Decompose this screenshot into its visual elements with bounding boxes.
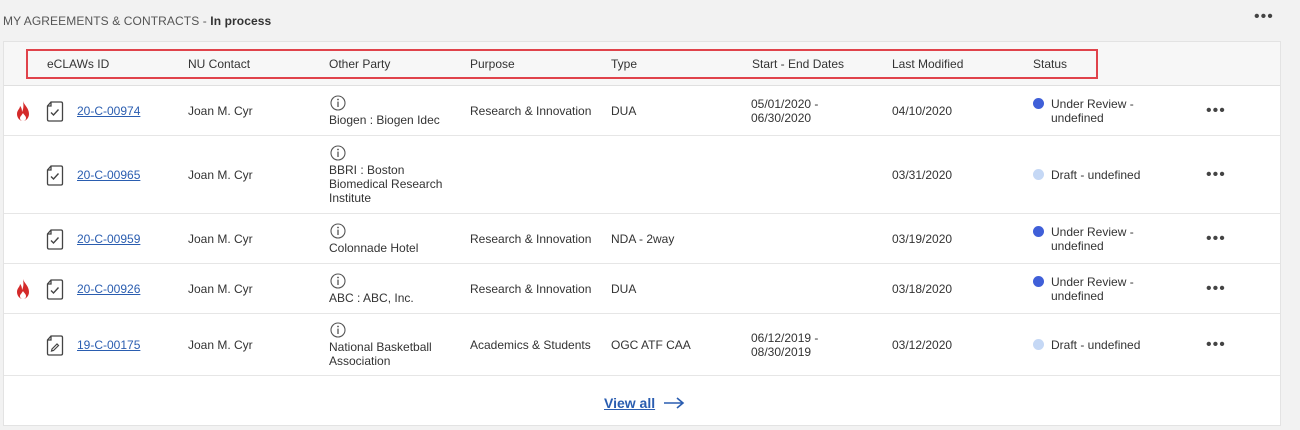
status-badge: Draft - undefined	[1033, 338, 1161, 352]
last-modified: 03/31/2020	[892, 167, 953, 182]
status-dot	[1033, 275, 1044, 287]
table-row: 20-C-00965 Joan M. Cyr BBRI : Boston Biome…	[4, 136, 1280, 214]
document-check-icon	[45, 278, 65, 300]
status-badge: Under Review - undefined	[1033, 225, 1161, 253]
section-title: MY AGREEMENTS & CONTRACTS - In process	[3, 14, 271, 28]
other-party-cell: ABC : ABC, Inc.	[329, 272, 459, 305]
other-party-cell: Colonnade Hotel	[329, 222, 459, 255]
purpose: Research & Innovation	[470, 103, 592, 118]
status-badge: Under Review - undefined	[1033, 275, 1161, 303]
last-modified: 04/10/2020	[892, 103, 953, 118]
status-dot	[1033, 225, 1044, 237]
document-check-icon	[45, 100, 65, 122]
eclaws-id-link[interactable]: 19-C-00175	[77, 338, 140, 352]
other-party: Biogen : Biogen Idec	[329, 112, 440, 127]
column-header-status[interactable]: Status	[1033, 57, 1067, 71]
type: DUA	[611, 103, 637, 118]
nu-contact: Joan M. Cyr	[188, 337, 253, 352]
type: OGC ATF CAA	[611, 337, 691, 352]
other-party-cell: National Basketball Association	[329, 321, 459, 368]
eclaws-id-link[interactable]: 20-C-00926	[77, 282, 140, 296]
column-header-eclaws-id[interactable]: eCLAWs ID	[47, 57, 109, 71]
column-header-purpose[interactable]: Purpose	[470, 57, 515, 71]
column-header-nu-contact[interactable]: NU Contact	[188, 57, 250, 71]
type: NDA - 2way	[611, 231, 675, 246]
nu-contact: Joan M. Cyr	[188, 281, 253, 296]
more-horizontal-icon[interactable]: •••	[1254, 8, 1274, 26]
info-icon[interactable]	[329, 222, 459, 239]
view-all-label: View all	[604, 395, 656, 411]
column-header-other-party[interactable]: Other Party	[329, 57, 390, 71]
eclaws-id-link[interactable]: 20-C-00959	[77, 232, 140, 246]
status-text: Under Review - undefined	[1051, 274, 1134, 303]
nu-contact: Joan M. Cyr	[188, 231, 253, 246]
eclaws-id-link[interactable]: 20-C-00974	[77, 104, 140, 118]
last-modified: 03/12/2020	[892, 337, 953, 352]
nu-contact: Joan M. Cyr	[188, 103, 253, 118]
view-all-link[interactable]: View all	[604, 395, 685, 411]
info-icon[interactable]	[329, 272, 459, 289]
last-modified: 03/18/2020	[892, 281, 953, 296]
purpose: Research & Innovation	[470, 231, 592, 246]
start-end-dates: 05/01/2020 - 06/30/2020	[751, 96, 819, 125]
table-row: 20-C-00959 Joan M. Cyr Colonnade Hotel Rese…	[4, 214, 1280, 264]
start-end-dates: 06/12/2019 - 08/30/2019	[751, 330, 819, 359]
status-dot	[1033, 168, 1044, 180]
column-header-type[interactable]: Type	[611, 57, 637, 71]
type: DUA	[611, 281, 637, 296]
table-header: eCLAWs ID NU Contact Other Party Purpose…	[4, 42, 1280, 86]
table-row: 20-C-00974 Joan M. Cyr Biogen : Biogen Ide…	[4, 86, 1280, 136]
other-party: Colonnade Hotel	[329, 240, 419, 255]
status-badge: Under Review - undefined	[1033, 97, 1161, 125]
other-party: ABC : ABC, Inc.	[329, 290, 414, 305]
purpose: Research & Innovation	[470, 281, 592, 296]
document-edit-icon	[45, 334, 65, 356]
document-check-icon	[45, 164, 65, 186]
agreements-table: eCLAWs ID NU Contact Other Party Purpose…	[3, 41, 1281, 426]
document-check-icon	[45, 228, 65, 250]
arrow-right-icon	[664, 397, 685, 409]
purpose: Academics & Students	[470, 337, 591, 352]
row-more-icon[interactable]: •••	[1206, 336, 1226, 353]
column-header-dates[interactable]: Start - End Dates	[752, 57, 844, 71]
status-dot	[1033, 97, 1044, 109]
row-more-icon[interactable]: •••	[1206, 230, 1226, 247]
other-party: BBRI : Boston Biomedical Research Instit…	[329, 162, 443, 205]
other-party-cell: Biogen : Biogen Idec	[329, 94, 459, 127]
section-title-text: MY AGREEMENTS & CONTRACTS	[3, 14, 200, 28]
nu-contact: Joan M. Cyr	[188, 167, 253, 182]
row-more-icon[interactable]: •••	[1206, 166, 1226, 183]
other-party: National Basketball Association	[329, 339, 432, 368]
status-text: Under Review - undefined	[1051, 224, 1134, 253]
section-title-separator: -	[199, 14, 211, 28]
flame-icon	[14, 100, 32, 122]
table-row: 19-C-00175 Joan M. Cyr National Basketball…	[4, 314, 1280, 376]
row-more-icon[interactable]: •••	[1206, 102, 1226, 119]
other-party-cell: BBRI : Boston Biomedical Research Instit…	[329, 144, 459, 205]
status-badge: Draft - undefined	[1033, 168, 1161, 182]
status-dot	[1033, 338, 1044, 350]
flame-icon	[14, 278, 32, 300]
table-row: 20-C-00926 Joan M. Cyr ABC : ABC, Inc. Rese…	[4, 264, 1280, 314]
info-icon[interactable]	[329, 321, 459, 338]
row-more-icon[interactable]: •••	[1206, 280, 1226, 297]
column-header-last-modified[interactable]: Last Modified	[892, 57, 963, 71]
info-icon[interactable]	[329, 144, 459, 161]
info-icon[interactable]	[329, 94, 459, 111]
status-text: Draft - undefined	[1051, 337, 1141, 352]
status-text: Under Review - undefined	[1051, 96, 1134, 125]
eclaws-id-link[interactable]: 20-C-00965	[77, 168, 140, 182]
last-modified: 03/19/2020	[892, 231, 953, 246]
section-subtitle: In process	[210, 14, 272, 28]
status-text: Draft - undefined	[1051, 167, 1141, 182]
